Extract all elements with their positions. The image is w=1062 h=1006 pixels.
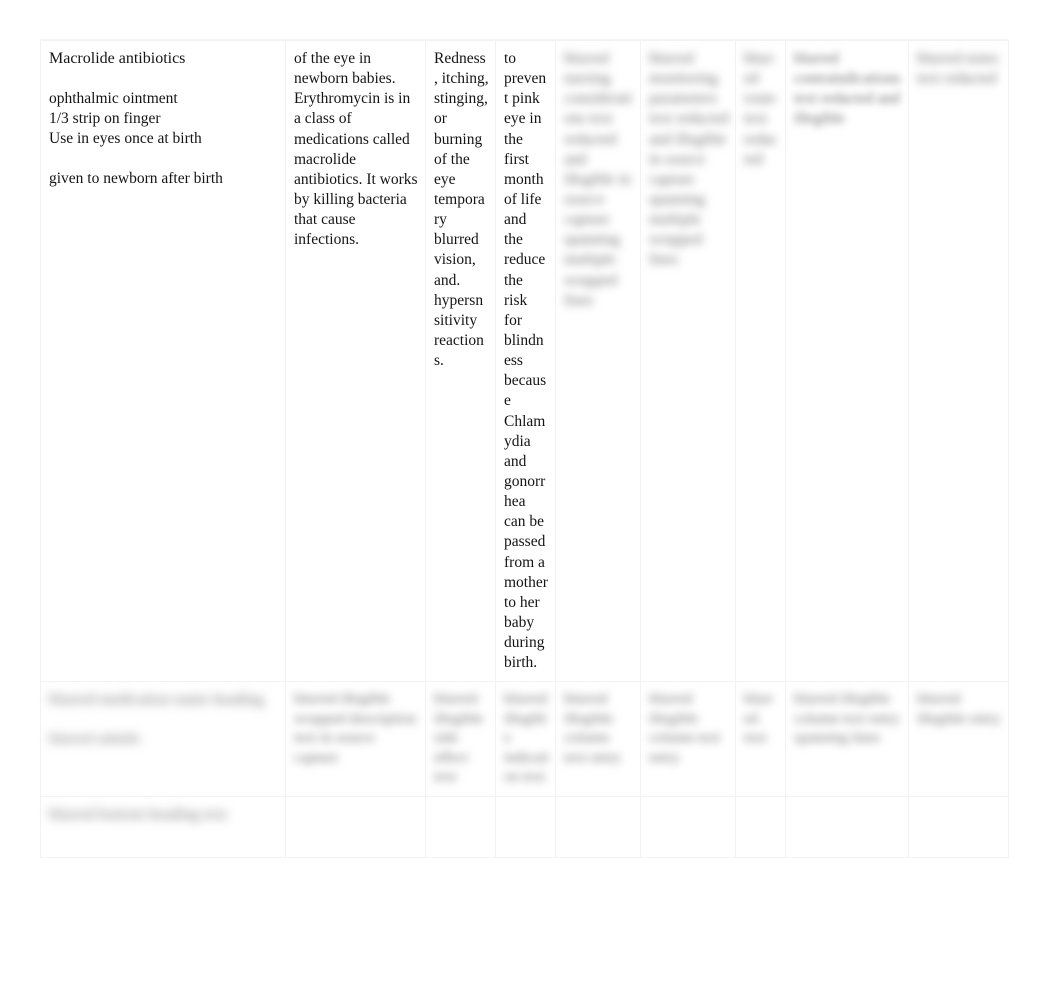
redacted-text-column-8: blurred contraindications text redacted … (794, 50, 905, 128)
action-text: of the eye in newborn babies. Erythromyc… (294, 50, 422, 249)
cell-drug-class: blurred medication name heading blurred … (40, 681, 286, 797)
redacted-text-column-5: blurred illegible column text entry (564, 691, 622, 766)
cell-column-7: blurred route text redacted (735, 39, 786, 683)
cell-column-8: blurred contraindications text redacted … (785, 39, 909, 683)
cell-indication (495, 795, 556, 858)
redacted-footer-heading: blurred bottom heading text (49, 805, 228, 823)
drug-form: ophthalmic ointment (49, 90, 178, 108)
cell-column-6 (640, 795, 736, 858)
cell-column-9: blurred illegible entry (908, 681, 1009, 797)
cell-action (285, 795, 426, 858)
cell-column-9 (908, 795, 1009, 858)
redacted-text-column-7: blurred route text redacted (744, 50, 780, 168)
cell-side-effects: blurred illegible side effect text (425, 681, 496, 797)
redacted-text-column-9: blurred illegible entry (917, 691, 1001, 727)
cell-drug-class: blurred bottom heading text (40, 795, 286, 858)
cell-side-effects (425, 795, 496, 858)
redacted-side-effects-text: blurred illegible side effect text (434, 691, 487, 786)
cell-action: blurred illegible wrapped description te… (285, 681, 426, 797)
redacted-text-column-8: blurred illegible column text entry span… (794, 691, 904, 747)
cell-column-7: blurred text (735, 681, 786, 797)
cell-indication: blurred illegible indication text (495, 681, 556, 797)
cell-column-8 (785, 795, 909, 858)
indication-text: to prevent pink eye in the first month o… (504, 50, 552, 672)
redacted-action-text: blurred illegible wrapped description te… (294, 691, 420, 766)
drug-dose: 1/3 strip on finger (49, 110, 161, 128)
drug-route: Use in eyes once at birth (49, 130, 202, 148)
drug-timing: given to newborn after birth (49, 169, 223, 187)
cell-column-6: blurred monitoring parameters text redac… (640, 39, 736, 683)
cell-indication: to prevent pink eye in the first month o… (495, 39, 556, 683)
cell-column-5: blurred nursing considerations text reda… (555, 39, 641, 683)
cell-column-7 (735, 795, 786, 858)
table-row: blurred medication name heading blurred … (40, 681, 1009, 797)
cell-action: of the eye in newborn babies. Erythromyc… (285, 39, 426, 683)
redacted-text-column-7: blurred text (744, 691, 774, 747)
drug-class-name: Macrolide antibiotics (49, 50, 186, 67)
cell-column-5 (555, 795, 641, 858)
redacted-text-column-5: blurred nursing considerations text reda… (564, 50, 635, 309)
side-effects-text: Redness, itching, stinging, or burning o… (434, 50, 493, 370)
redacted-indication-text: blurred illegible indication text (504, 691, 552, 786)
medication-table: Macrolide antibiotics ophthalmic ointmen… (40, 39, 1009, 858)
document-page: Macrolide antibiotics ophthalmic ointmen… (0, 0, 1062, 1006)
redacted-text-column-9: blurred notes text redacted (917, 50, 1003, 88)
table-row: Macrolide antibiotics ophthalmic ointmen… (40, 39, 1009, 683)
cell-column-5: blurred illegible column text entry (555, 681, 641, 797)
redacted-text-column-6: blurred illegible column text entry (649, 691, 724, 766)
cell-column-6: blurred illegible column text entry (640, 681, 736, 797)
cell-drug-class: Macrolide antibiotics ophthalmic ointmen… (40, 39, 286, 683)
redacted-drug-form: blurred subtitle (49, 730, 141, 747)
cell-column-8: blurred illegible column text entry span… (785, 681, 909, 797)
cell-side-effects: Redness, itching, stinging, or burning o… (425, 39, 496, 683)
table-row: blurred bottom heading text (40, 795, 1009, 858)
redacted-drug-class-name: blurred medication name heading (49, 691, 264, 709)
cell-column-9: blurred notes text redacted (908, 39, 1009, 683)
redacted-text-column-6: blurred monitoring parameters text redac… (649, 50, 733, 269)
